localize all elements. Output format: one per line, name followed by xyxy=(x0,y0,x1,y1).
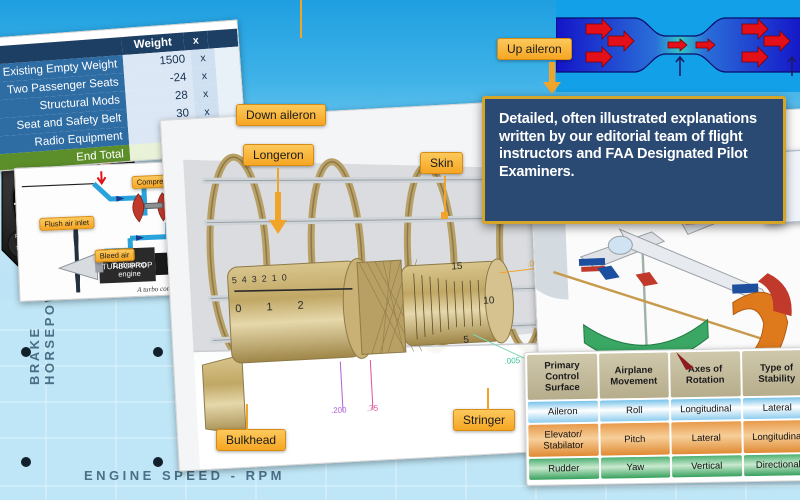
leader-skin xyxy=(444,176,446,214)
callout-longeron[interactable]: Longeron xyxy=(243,144,314,166)
longeron-arrow-icon xyxy=(269,192,287,234)
control-surface-grid: Primary Control Surface Airplane Movemen… xyxy=(525,348,800,482)
leader-dot-skin xyxy=(441,212,448,219)
micrometer-thimble-10: 10 xyxy=(482,295,495,307)
header-tail-cell xyxy=(207,28,239,49)
leader-down-aileron xyxy=(300,0,302,38)
dimension-75: .75 xyxy=(366,403,379,414)
callout-up-aileron[interactable]: Up aileron xyxy=(497,38,572,60)
micrometer-thimble-15: 15 xyxy=(451,260,463,273)
cs-cell-axis: Lateral xyxy=(671,421,742,455)
promo-banner: Detailed, often illustrated explanations… xyxy=(482,96,786,224)
cs-cell-axis: Vertical xyxy=(671,455,742,478)
callout-skin[interactable]: Skin xyxy=(420,152,464,174)
callout-bulkhead[interactable]: Bulkhead xyxy=(216,429,287,451)
cs-header-surface: Primary Control Surface xyxy=(527,353,598,400)
callout-stringer[interactable]: Stringer xyxy=(453,409,516,431)
row-tail xyxy=(214,46,240,67)
cs-cell-axis: Longitudinal xyxy=(670,398,741,421)
cs-cell-movement: Roll xyxy=(599,399,670,422)
leader-stringer xyxy=(487,388,489,410)
up-aileron-arrow-icon xyxy=(543,62,561,94)
cs-cell-stability: Longitudinal xyxy=(742,419,800,454)
row-x: x xyxy=(191,66,218,86)
dimension-200: .200 xyxy=(330,405,347,416)
cs-cell-surface: Aileron xyxy=(527,400,598,423)
cs-header-stability: Type of Stability xyxy=(741,349,800,397)
cs-cell-surface: Elevator/ Stabilator xyxy=(528,423,599,457)
cs-header-row: Primary Control Surface Airplane Movemen… xyxy=(527,349,800,400)
table-row[interactable]: Elevator/ Stabilator Pitch Lateral Longi… xyxy=(528,419,800,457)
promo-banner-text: Detailed, often illustrated explanations… xyxy=(499,111,757,180)
cs-cell-stability: Directional xyxy=(743,453,800,477)
cs-cell-surface: Rudder xyxy=(528,457,599,480)
cs-header-movement: Airplane Movement xyxy=(598,352,669,399)
callout-down-aileron[interactable]: Down aileron xyxy=(236,104,327,126)
micrometer-thimble-5: 5 xyxy=(463,334,470,346)
header-x-cell: x xyxy=(183,30,209,51)
row-x: x xyxy=(190,48,216,69)
table-row[interactable]: Aileron Roll Longitudinal Lateral xyxy=(527,396,800,423)
table-row[interactable]: Rudder Yaw Vertical Directional xyxy=(528,453,800,480)
venturi-tube-graphic xyxy=(556,17,800,76)
row-tail xyxy=(217,82,243,103)
screenshot-stage: BRAKE HORSEPOWER ENGINE SPEED - RPM Weig… xyxy=(0,0,800,500)
cs-cell-stability: Lateral xyxy=(742,396,800,420)
turboprop-engine-label: Turboprop engine xyxy=(111,259,147,279)
dimension-005: .005 xyxy=(504,355,521,366)
cs-cell-movement: Pitch xyxy=(599,422,670,456)
control-surface-reference-table: Primary Control Surface Airplane Movemen… xyxy=(524,346,800,486)
cs-cell-movement: Yaw xyxy=(600,456,671,479)
row-tail xyxy=(215,64,241,85)
callout-flush-air-inlet[interactable]: Flush air inlet xyxy=(39,215,95,231)
row-x: x xyxy=(193,84,219,104)
leader-bulkhead xyxy=(246,404,248,430)
venturi-diagram-panel xyxy=(556,0,800,92)
table-pointer-icon xyxy=(676,352,694,370)
